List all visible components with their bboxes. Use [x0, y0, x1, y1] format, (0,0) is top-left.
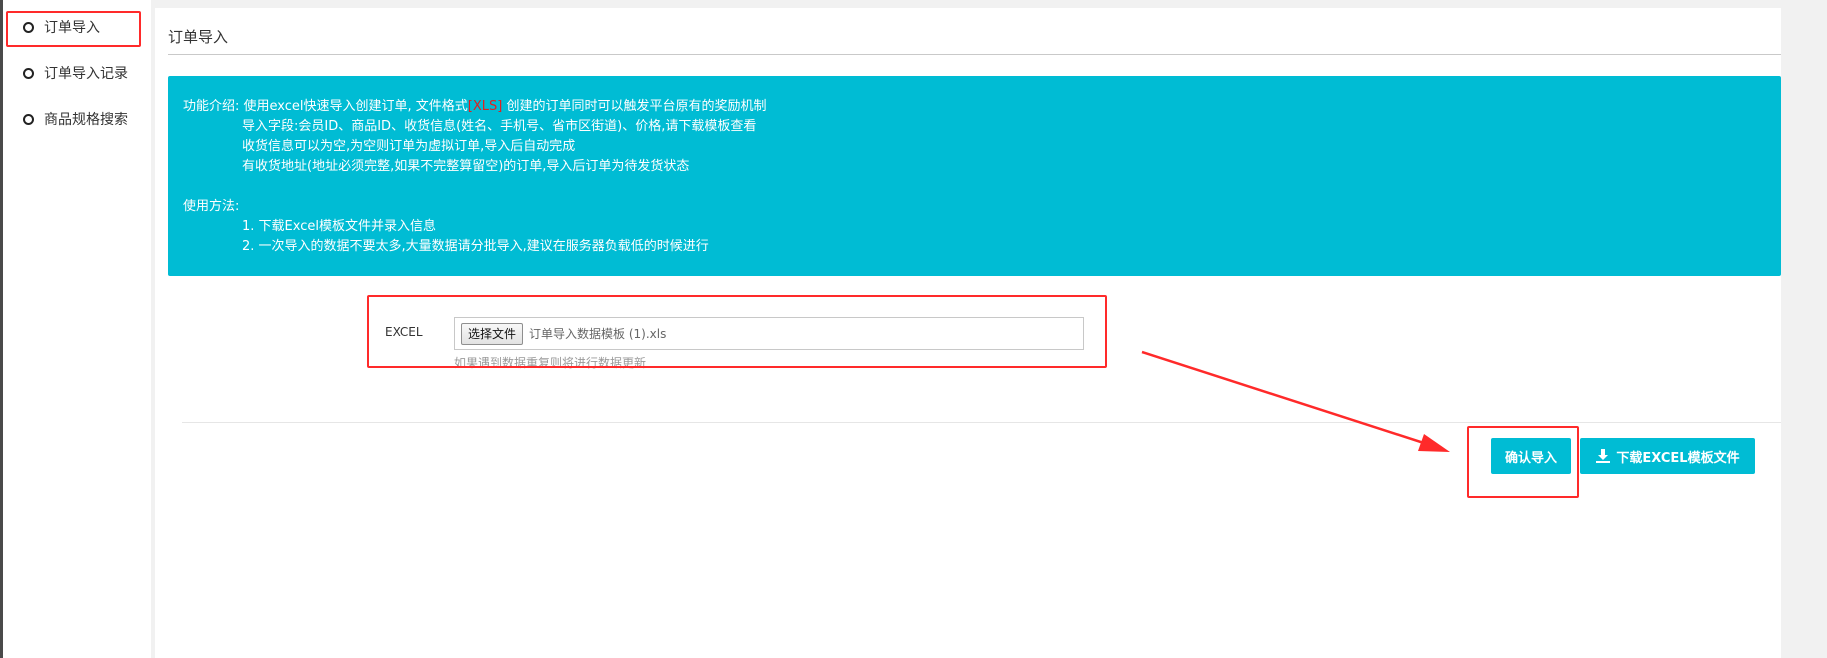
annotation-arrow — [1141, 350, 1450, 452]
arrow-head — [1418, 434, 1450, 452]
arrow-shaft — [1141, 350, 1431, 447]
